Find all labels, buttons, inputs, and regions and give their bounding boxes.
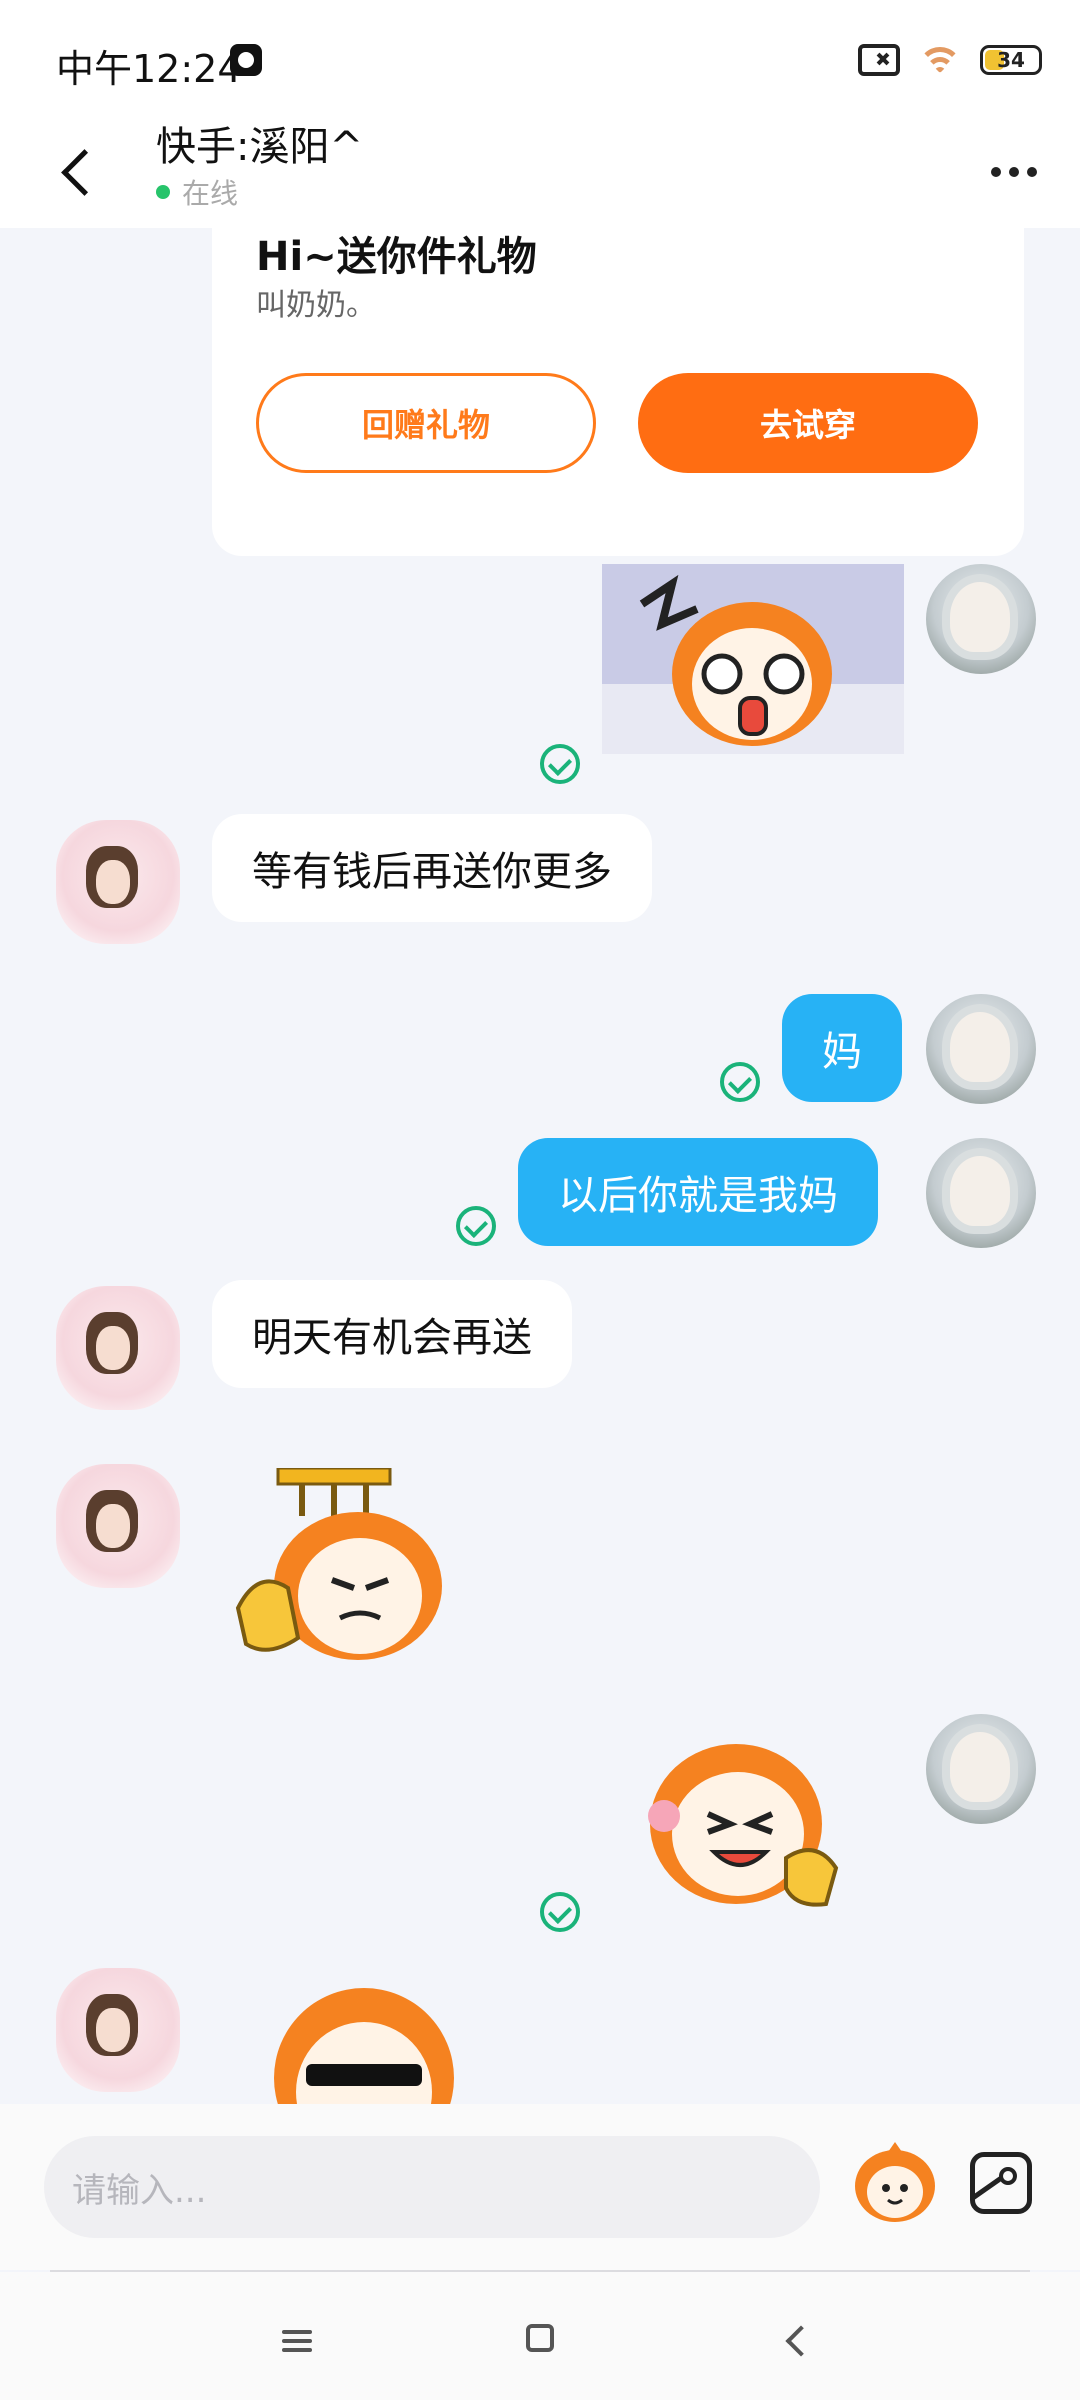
online-dot-icon bbox=[156, 185, 170, 199]
shocked-face-sticker[interactable] bbox=[602, 564, 904, 754]
emoji-sticker-icon[interactable] bbox=[848, 2134, 942, 2228]
contact-name[interactable]: 快手:溪阳^ bbox=[156, 114, 363, 172]
chat-header: 快手:溪阳^ 在线 bbox=[0, 112, 1080, 228]
system-nav-bar bbox=[0, 2272, 1080, 2400]
status-icons: 34 bbox=[858, 40, 1042, 80]
incoming-message-bubble[interactable]: 明天有机会再送 bbox=[212, 1280, 572, 1388]
read-check-icon bbox=[540, 1892, 580, 1932]
read-check-icon bbox=[456, 1206, 496, 1246]
app-notification-icon bbox=[230, 44, 262, 76]
image-picker-icon[interactable] bbox=[970, 2152, 1032, 2214]
wifi-icon bbox=[918, 43, 962, 77]
status-time: 中午12:24 bbox=[56, 47, 242, 91]
contact-avatar[interactable] bbox=[56, 1968, 180, 2092]
status-bar: 中午12:24 34 bbox=[0, 0, 1080, 112]
my-avatar[interactable] bbox=[926, 564, 1036, 674]
my-avatar[interactable] bbox=[926, 1714, 1036, 1824]
home-icon[interactable] bbox=[526, 2324, 554, 2352]
menu-icon[interactable] bbox=[282, 2330, 312, 2352]
presence-status: 在线 bbox=[156, 172, 238, 212]
gift-card-subtitle: 叫奶奶。 bbox=[256, 288, 376, 323]
presence-text: 在线 bbox=[182, 177, 239, 210]
battery-icon: 34 bbox=[980, 45, 1042, 75]
more-dots-icon[interactable] bbox=[984, 152, 1044, 192]
try-on-button[interactable]: 去试穿 bbox=[638, 373, 978, 473]
return-gift-button[interactable]: 回赠礼物 bbox=[256, 373, 596, 473]
battery-level: 34 bbox=[997, 48, 1025, 72]
outgoing-message-bubble[interactable]: 妈 bbox=[782, 994, 902, 1102]
read-check-icon bbox=[720, 1062, 760, 1102]
no-sim-icon bbox=[858, 44, 900, 76]
contact-avatar[interactable] bbox=[56, 1286, 180, 1410]
laughing-sticker[interactable] bbox=[636, 1728, 848, 1912]
incoming-message-bubble[interactable]: 等有钱后再送你更多 bbox=[212, 814, 652, 922]
ok-hand-sticker[interactable] bbox=[228, 1468, 466, 1668]
my-avatar[interactable] bbox=[926, 1138, 1036, 1248]
input-bar: 请输入... bbox=[0, 2104, 1080, 2270]
read-check-icon bbox=[540, 744, 580, 784]
back-icon[interactable] bbox=[780, 2324, 810, 2354]
back-arrow-icon[interactable] bbox=[50, 132, 106, 208]
outgoing-message-bubble[interactable]: 以后你就是我妈 bbox=[518, 1138, 878, 1246]
message-input[interactable]: 请输入... bbox=[44, 2136, 820, 2238]
sunglasses-sticker[interactable] bbox=[254, 1968, 474, 2104]
my-avatar[interactable] bbox=[926, 994, 1036, 1104]
contact-avatar[interactable] bbox=[56, 820, 180, 944]
gift-card: Hi~送你件礼物 叫奶奶。 回赠礼物 去试穿 bbox=[212, 228, 1024, 556]
message-list[interactable]: Hi~送你件礼物 叫奶奶。 回赠礼物 去试穿 等有钱后再送你更多 妈 以后你就是… bbox=[0, 228, 1080, 2104]
contact-avatar[interactable] bbox=[56, 1464, 180, 1588]
gift-card-title: Hi~送你件礼物 bbox=[256, 234, 537, 280]
